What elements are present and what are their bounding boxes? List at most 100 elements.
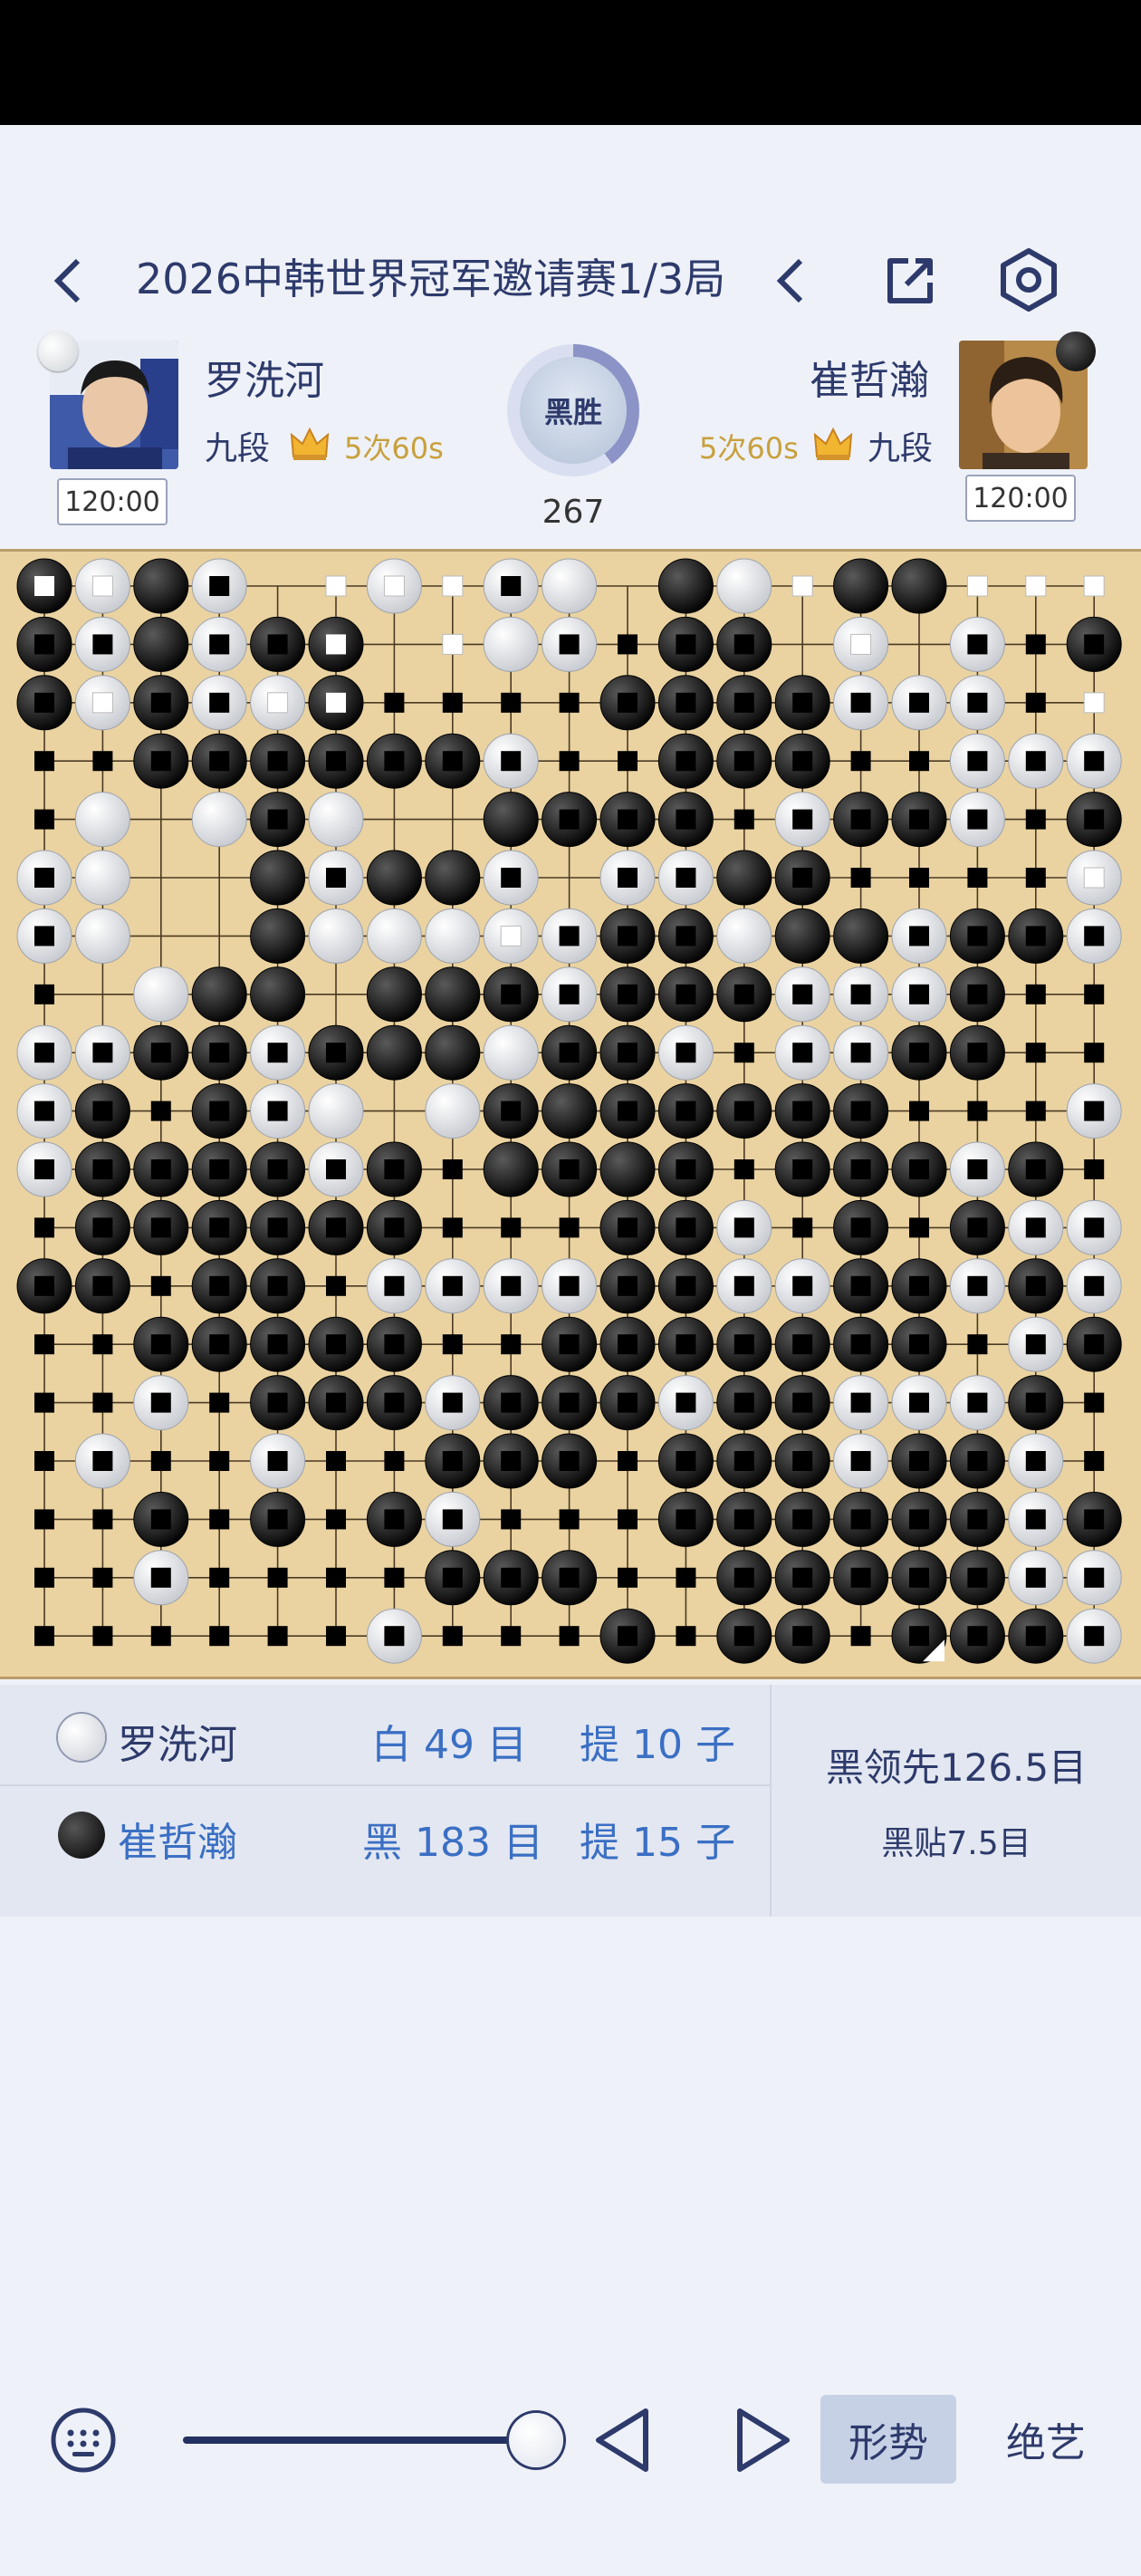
ai-button[interactable]: 绝艺: [978, 2395, 1114, 2484]
black-territory-marker: [1025, 1392, 1046, 1413]
black-territory-marker: [326, 1217, 346, 1238]
move-slider[interactable]: [183, 2437, 538, 2444]
lead-panel: 黑领先126.5目 黑贴7.5目: [770, 1685, 1141, 1917]
black-territory-marker: [909, 1567, 929, 1588]
black-territory-marker: [734, 1626, 754, 1647]
black-territory-marker: [92, 1451, 113, 1471]
white-stone: [74, 792, 130, 848]
black-territory-marker: [442, 1392, 463, 1413]
black-territory-marker: [92, 1509, 113, 1530]
settings-icon[interactable]: [994, 243, 1063, 317]
black-territory-marker: [909, 926, 929, 947]
black-territory-marker: [1084, 751, 1105, 772]
black-territory-marker: [909, 1509, 929, 1530]
black-territory-marker: [792, 1275, 813, 1296]
situation-button[interactable]: 形势: [820, 2395, 956, 2484]
black-territory-marker: [618, 1334, 638, 1355]
black-territory-marker: [559, 809, 580, 830]
black-territory-marker: [909, 751, 929, 772]
black-territory-marker: [1025, 1567, 1046, 1588]
black-territory-marker: [150, 1043, 171, 1063]
black-territory-marker: [501, 1392, 522, 1413]
black-territory-marker: [326, 868, 346, 888]
go-board[interactable]: [0, 549, 1141, 1679]
black-territory-marker: [209, 692, 230, 713]
black-stone: [366, 850, 422, 906]
move-slider-thumb[interactable]: [509, 2413, 563, 2467]
black-territory-marker: [1084, 984, 1105, 1004]
back-icon[interactable]: [40, 246, 94, 315]
black-territory-marker: [967, 1101, 988, 1121]
black-territory-marker: [734, 1043, 754, 1063]
black-territory-marker: [92, 1392, 113, 1413]
go-board-grid[interactable]: [3, 552, 1138, 1677]
black-stone: [425, 966, 481, 1023]
black-territory-marker: [734, 1217, 754, 1238]
play-forward-icon[interactable]: [726, 2402, 799, 2478]
black-territory-marker: [559, 634, 580, 655]
black-territory-marker: [559, 984, 580, 1004]
black-stone: [366, 1024, 422, 1081]
black-territory-marker: [792, 751, 813, 772]
black-stone: [483, 792, 539, 848]
black-stone: [774, 908, 830, 964]
black-territory-marker: [34, 926, 54, 947]
white-player-rank: 九段: [205, 430, 271, 467]
black-territory-marker: [559, 1043, 580, 1063]
white-captures: 提 10 子: [580, 1722, 735, 1768]
black-territory-marker: [734, 1451, 754, 1471]
black-territory-marker: [734, 1334, 754, 1355]
white-territory-marker: [442, 575, 464, 597]
black-player-rank: 九段: [868, 430, 934, 467]
black-territory-marker: [34, 1334, 54, 1355]
prev-icon[interactable]: [762, 246, 817, 315]
black-territory-marker: [92, 1334, 113, 1355]
white-stone: [366, 908, 422, 964]
black-territory-marker: [267, 1159, 288, 1179]
black-territory-marker: [209, 576, 230, 596]
black-territory-marker: [384, 1451, 405, 1471]
black-territory-marker: [34, 1509, 54, 1530]
share-icon[interactable]: [874, 246, 946, 315]
black-territory-marker: [267, 1043, 288, 1063]
black-stone: [657, 558, 714, 614]
black-territory-marker: [92, 1567, 113, 1588]
black-territory-marker: [501, 1626, 522, 1647]
play-back-icon[interactable]: [587, 2402, 659, 2478]
black-territory-marker: [150, 1392, 171, 1413]
black-territory-marker: [326, 1334, 346, 1355]
white-stone: [308, 908, 364, 964]
black-timer: 120:00: [965, 475, 1076, 522]
black-territory-marker: [850, 1509, 871, 1530]
black-stone: [425, 850, 481, 906]
black-territory-marker: [1025, 1626, 1046, 1647]
black-territory-marker: [442, 1334, 463, 1355]
black-territory-marker: [967, 1159, 988, 1179]
black-territory-marker: [501, 692, 522, 713]
white-stone: [133, 966, 189, 1023]
black-territory-marker: [150, 1626, 171, 1647]
black-territory-marker: [909, 984, 929, 1004]
black-territory-marker: [909, 1392, 929, 1413]
black-territory-marker: [1025, 1159, 1046, 1179]
black-territory-marker: [150, 1217, 171, 1238]
black-territory-marker: [792, 692, 813, 713]
black-territory-marker: [676, 809, 696, 830]
black-territory-marker: [734, 809, 754, 830]
keyboard-icon[interactable]: [45, 2402, 121, 2478]
black-territory-marker: [1084, 1043, 1105, 1063]
black-stone: [133, 616, 189, 672]
black-territory-marker: [967, 1334, 988, 1355]
black-territory-marker: [618, 868, 638, 888]
black-territory-marker: [326, 1392, 346, 1413]
black-territory-marker: [209, 1451, 230, 1471]
black-territory-marker: [150, 1451, 171, 1471]
move-count: 267: [542, 494, 605, 531]
black-territory-marker: [34, 1159, 54, 1179]
black-territory-marker: [150, 1567, 171, 1588]
black-territory-marker: [1084, 1159, 1105, 1179]
white-timer: 120:00: [57, 478, 168, 525]
black-territory-marker: [34, 1101, 54, 1121]
black-territory-marker: [267, 1509, 288, 1530]
black-territory-marker: [1084, 1451, 1105, 1471]
